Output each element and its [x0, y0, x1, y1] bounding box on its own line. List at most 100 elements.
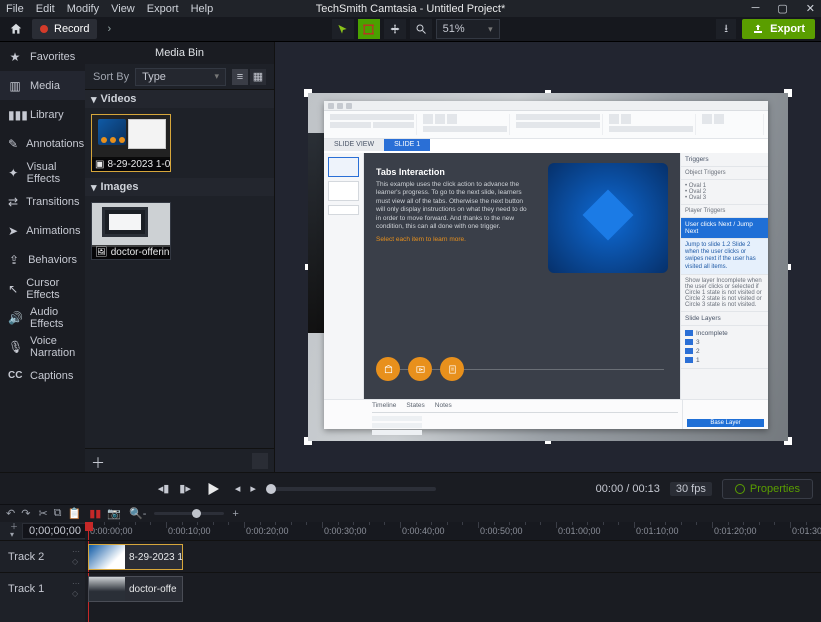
media-item-video[interactable]: ▣8-29-2023 1-00-2… — [91, 114, 171, 172]
split-button[interactable]: ▮▮ — [89, 507, 101, 520]
slider-knob[interactable] — [192, 509, 201, 518]
snapshot-button[interactable]: 📷 — [107, 507, 121, 520]
canvas-preview: SLIDE VIEW SLIDE 1 Tabs Inter — [308, 93, 788, 441]
cut-button[interactable]: ✂ — [38, 507, 47, 520]
paste-button[interactable]: 📋 — [68, 507, 82, 520]
track-1[interactable]: doctor-offe — [85, 572, 821, 604]
properties-label: Properties — [750, 483, 800, 495]
media-item-image[interactable]: 🖼doctor-offering-me… — [91, 202, 171, 260]
zoom-in-button[interactable]: + — [232, 508, 238, 520]
crop-tool[interactable] — [358, 19, 380, 39]
audio-effects-icon: 🔊 — [8, 311, 22, 325]
sidebar-tab-cursor-effects[interactable]: ↖Cursor Effects — [0, 274, 85, 303]
step-back-button[interactable]: ▮▸ — [179, 482, 191, 495]
section-images-header[interactable]: ▾ Images — [85, 178, 274, 196]
sidebar-tab-visual-effects[interactable]: ✦ Visual Effects — [0, 158, 85, 187]
track-2[interactable]: 8-29-2023 1 — [85, 540, 821, 572]
thumbnail-size-button[interactable] — [252, 453, 268, 469]
pan-tool[interactable] — [384, 19, 406, 39]
workspace: ★Favorites▥Media▮▮▮Library✎Annotations ✦ V… — [0, 42, 821, 472]
add-media-button[interactable]: ＋ — [91, 453, 107, 469]
menu-file[interactable]: File — [6, 3, 24, 15]
play-button[interactable] — [201, 477, 225, 501]
canvas-zoom-slider[interactable] — [266, 487, 436, 491]
track-more-icon[interactable]: ⋯ — [72, 547, 80, 556]
maximize-icon[interactable]: ▢ — [777, 2, 787, 15]
visual-effects-icon: ✦ — [8, 166, 19, 180]
playhead-handle[interactable] — [85, 522, 93, 531]
timeline-toolbar: ↶ ↷ ✂ ⧉ 📋 ▮▮ 📷 🔍- + — [0, 504, 821, 522]
app-tab-active: SLIDE 1 — [384, 139, 430, 151]
media-icon: ▥ — [8, 79, 22, 93]
collapse-icon: ▾ — [91, 93, 97, 106]
timeline-clip-video[interactable]: 8-29-2023 1 — [88, 544, 183, 570]
menu-export[interactable]: Export — [147, 3, 179, 15]
next-frame-button[interactable]: ▸ — [250, 482, 256, 495]
sidebar-tab-transitions[interactable]: ⇄Transitions — [0, 187, 85, 216]
export-label: Export — [770, 23, 805, 35]
track-more-icon[interactable]: ⋯ — [72, 579, 80, 588]
sidebar-tab-behaviors[interactable]: ⇪Behaviors — [0, 245, 85, 274]
gear-icon — [735, 484, 745, 494]
sidebar-tab-captions[interactable]: CCCaptions — [0, 361, 85, 390]
edit-cursor-tool[interactable] — [332, 19, 354, 39]
track-toggle-icon[interactable]: ◇ — [72, 557, 80, 566]
sidebar-tab-audio-effects[interactable]: 🔊Audio Effects — [0, 303, 85, 332]
sidebar-tab-label: Annotations — [26, 138, 84, 150]
sidebar-tab-voice-narration[interactable]: 🎙Voice Narration — [0, 332, 85, 361]
download-button[interactable]: ⭳ — [716, 19, 736, 39]
redo-button[interactable]: ↷ — [21, 507, 30, 520]
window-title: TechSmith Camtasia - Untitled Project* — [316, 3, 506, 15]
home-button[interactable] — [6, 19, 26, 39]
slide-hint: Select each item to learn more. — [376, 236, 530, 244]
ruler-label: 0:01:30;00 — [792, 526, 821, 536]
menu-view[interactable]: View — [111, 3, 135, 15]
sort-by-select[interactable]: Type ▾ — [135, 68, 226, 86]
menu-edit[interactable]: Edit — [36, 3, 55, 15]
record-more-icon[interactable]: › — [103, 23, 115, 35]
step-forward-button[interactable]: ◂ — [235, 482, 241, 495]
timeline-ruler[interactable]: 0:00:00;000:00:10;000:00:20;000:00:30;00… — [85, 522, 821, 540]
slider-knob[interactable] — [266, 484, 276, 494]
timeline-zoom-slider[interactable] — [154, 512, 224, 515]
add-track-button[interactable]: ＋▾ — [10, 523, 18, 539]
sidebar-tab-animations[interactable]: ➤Animations — [0, 216, 85, 245]
zoom-out-button[interactable]: 🔍- — [129, 507, 146, 520]
section-videos-header[interactable]: ▾ Videos — [85, 90, 274, 108]
prev-frame-button[interactable]: ◂▮ — [158, 482, 170, 495]
zoom-level-select[interactable]: 51% ▾ — [436, 19, 500, 39]
minimize-icon[interactable]: ─ — [752, 2, 760, 15]
copy-button[interactable]: ⧉ — [54, 507, 62, 520]
track-label-2[interactable]: Track 2 ⋯◇ — [0, 540, 85, 572]
ruler-label: 0:01:00;00 — [558, 526, 601, 536]
menu-help[interactable]: Help — [191, 3, 214, 15]
app-tab: SLIDE VIEW — [324, 139, 384, 151]
sidebar-tab-library[interactable]: ▮▮▮Library — [0, 100, 85, 129]
close-icon[interactable]: ✕ — [806, 2, 815, 15]
list-view-button[interactable]: ≡ — [232, 69, 248, 85]
sidebar-tab-annotations[interactable]: ✎Annotations — [0, 129, 85, 158]
chevron-down-icon: ▾ — [488, 24, 493, 35]
bottom-tab: Notes — [435, 402, 452, 429]
menu-modify[interactable]: Modify — [67, 3, 99, 15]
sidebar-tab-favorites[interactable]: ★Favorites — [0, 42, 85, 71]
ruler-label: 0:00:30;00 — [324, 526, 367, 536]
animations-icon: ➤ — [8, 224, 18, 238]
playhead-time: 0;00;00;00 — [22, 523, 88, 539]
media-bin-title: Media Bin — [85, 42, 274, 64]
record-button[interactable]: Record — [32, 19, 97, 39]
track-label-1[interactable]: Track 1 ⋯◇ — [0, 572, 85, 604]
grid-view-button[interactable]: ▦ — [250, 69, 266, 85]
sidebar-tab-media[interactable]: ▥Media — [0, 71, 85, 100]
sidebar-tab-label: Visual Effects — [27, 161, 77, 185]
track-toggle-icon[interactable]: ◇ — [72, 589, 80, 598]
magnifier-tool[interactable] — [410, 19, 432, 39]
time-readout: 00:00 / 00:13 — [596, 483, 660, 495]
properties-button[interactable]: Properties — [722, 479, 813, 499]
export-button[interactable]: Export — [742, 19, 815, 39]
undo-button[interactable]: ↶ — [6, 507, 15, 520]
main-toolbar: Record › 51% ▾ ⭳ Export — [0, 17, 821, 42]
canvas-selection[interactable]: SLIDE VIEW SLIDE 1 Tabs Inter — [308, 93, 788, 441]
sidebar-tab-label: Captions — [30, 370, 73, 382]
timeline-clip-image[interactable]: doctor-offe — [88, 576, 183, 602]
